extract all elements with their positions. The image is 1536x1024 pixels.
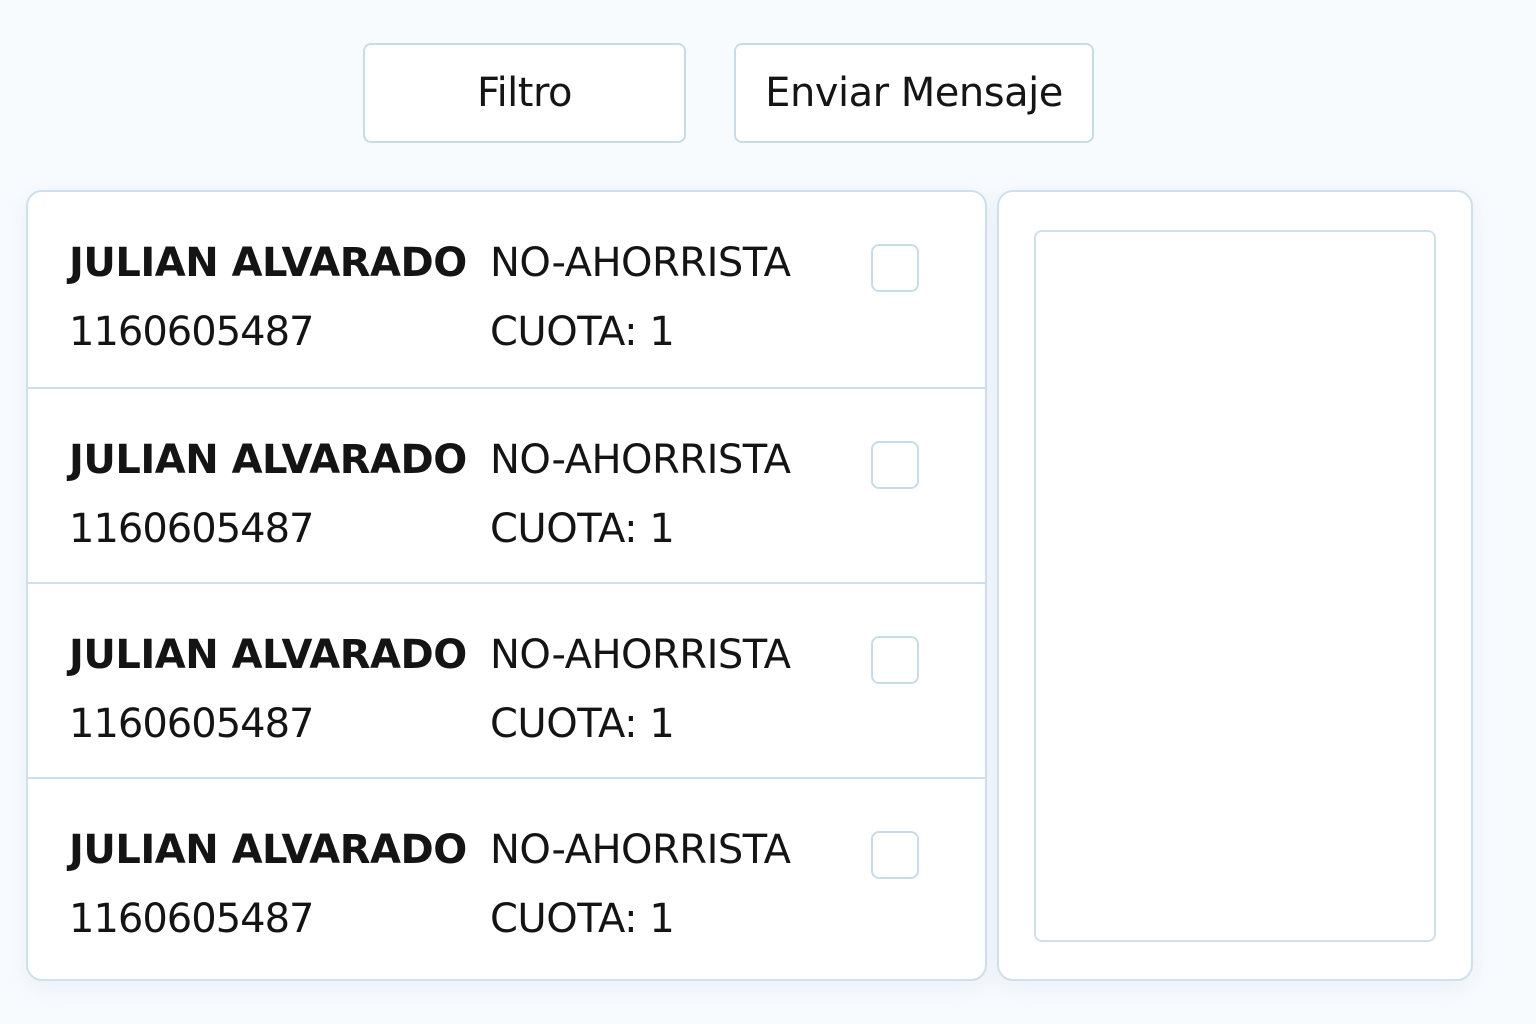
list-item: JULIAN ALVARADO 1160605487 NO-AHORRISTA … <box>28 192 985 387</box>
contact-list: JULIAN ALVARADO 1160605487 NO-AHORRISTA … <box>26 190 987 981</box>
contact-phone: 1160605487 <box>69 309 314 355</box>
contact-name: JULIAN ALVARADO <box>69 827 467 873</box>
contact-cuota: CUOTA: 1 <box>490 896 675 942</box>
contact-type: NO-AHORRISTA <box>490 632 791 678</box>
list-item: JULIAN ALVARADO 1160605487 NO-AHORRISTA … <box>28 387 985 582</box>
contact-phone: 1160605487 <box>69 506 314 552</box>
message-textarea[interactable] <box>1034 230 1436 942</box>
contact-type: NO-AHORRISTA <box>490 827 791 873</box>
contact-name: JULIAN ALVARADO <box>69 632 467 678</box>
contact-type: NO-AHORRISTA <box>490 437 791 483</box>
list-item: JULIAN ALVARADO 1160605487 NO-AHORRISTA … <box>28 777 985 972</box>
contact-cuota: CUOTA: 1 <box>490 309 675 355</box>
select-checkbox[interactable] <box>871 244 919 292</box>
list-item: JULIAN ALVARADO 1160605487 NO-AHORRISTA … <box>28 582 985 777</box>
select-checkbox[interactable] <box>871 831 919 879</box>
toolbar: Filtro Enviar Mensaje <box>0 43 1536 145</box>
filter-button[interactable]: Filtro <box>363 43 686 143</box>
message-panel <box>997 190 1473 981</box>
contact-name: JULIAN ALVARADO <box>69 240 467 286</box>
select-checkbox[interactable] <box>871 441 919 489</box>
send-message-button[interactable]: Enviar Mensaje <box>734 43 1094 143</box>
select-checkbox[interactable] <box>871 636 919 684</box>
contact-phone: 1160605487 <box>69 896 314 942</box>
contact-name: JULIAN ALVARADO <box>69 437 467 483</box>
contact-phone: 1160605487 <box>69 701 314 747</box>
contact-cuota: CUOTA: 1 <box>490 701 675 747</box>
contact-cuota: CUOTA: 1 <box>490 506 675 552</box>
contact-type: NO-AHORRISTA <box>490 240 791 286</box>
